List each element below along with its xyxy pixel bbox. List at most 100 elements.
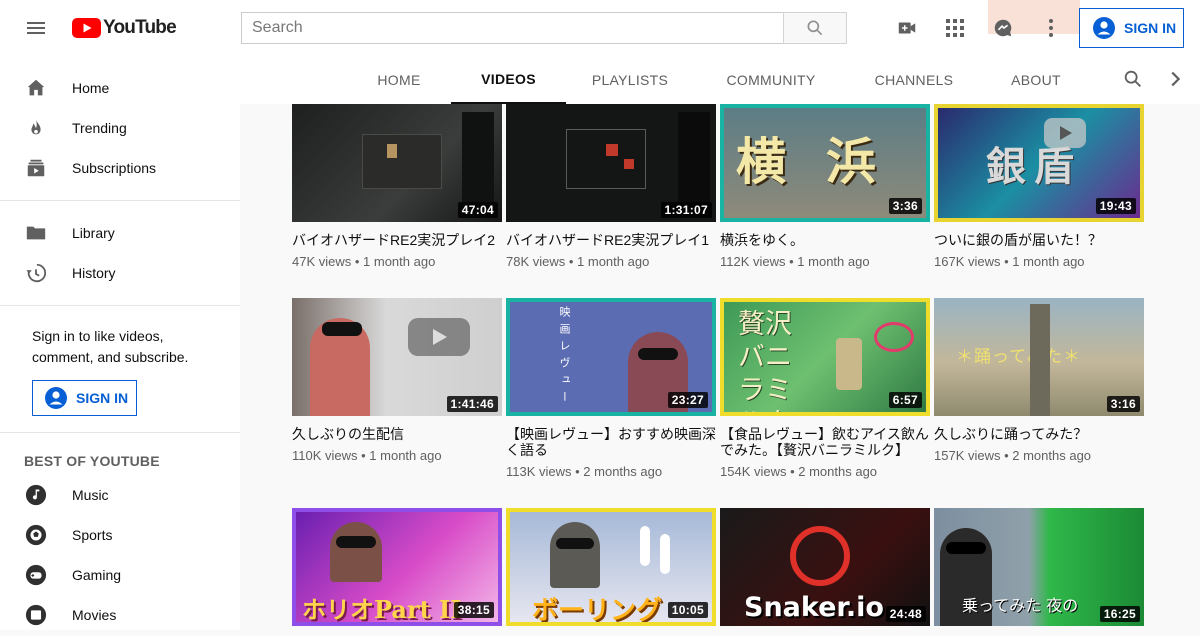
search-input[interactable]	[241, 12, 783, 44]
youtube-logo[interactable]: YouTube	[72, 17, 177, 39]
apps-grid-icon	[946, 19, 964, 37]
video-title[interactable]: ついに銀の盾が届いた！？	[934, 232, 1144, 248]
video-title[interactable]: 横浜をゆく。	[720, 232, 930, 248]
video-thumbnail[interactable]: ＊踊ってみた＊ 3:16	[934, 298, 1144, 416]
thumbnail-caption: ＊踊ってみた＊	[956, 347, 1082, 367]
folder-icon	[24, 221, 48, 245]
channel-tabs: HOME VIDEOS PLAYLISTS COMMUNITY CHANNELS…	[240, 56, 1200, 104]
video-thumbnail[interactable]: 銀盾 19:43	[934, 104, 1144, 222]
search-box	[241, 12, 847, 44]
search-button[interactable]	[783, 12, 847, 44]
video-duration: 24:48	[885, 606, 926, 622]
video-thumbnail[interactable]: 横浜 3:36	[720, 104, 930, 222]
video-title[interactable]: 【食品レヴュー】飲むアイス飲んでみた。【贅沢バニラミルク】	[720, 426, 930, 458]
video-title[interactable]: 久しぶりに踊ってみた？	[934, 426, 1144, 442]
tabs-scroll-right-button[interactable]	[1164, 68, 1188, 92]
video-metadata: 113K views • 2 months ago	[506, 464, 663, 479]
sidebar-item-label: Home	[72, 80, 110, 96]
tab-playlists[interactable]: PLAYLISTS	[580, 56, 680, 104]
upload-age: 2 months ago	[798, 464, 878, 479]
signin-button-sidebar[interactable]: SIGN IN	[32, 380, 137, 416]
video-thumbnail[interactable]: 贅沢バニラミルク 6:57	[720, 298, 930, 416]
thumbnail-caption: 乗ってみた 夜の	[962, 596, 1079, 615]
account-circle-icon	[45, 387, 67, 409]
flame-icon	[24, 116, 48, 140]
youtube-play-logo-icon	[72, 18, 101, 38]
video-thumbnail[interactable]: 1:41:46	[292, 298, 502, 416]
video-duration: 16:25	[1099, 606, 1140, 622]
video-card[interactable]: 1:31:07 バイオハザードRE2実況プレイ1 78K views • 1 m…	[506, 104, 716, 269]
history-icon	[24, 261, 48, 285]
upload-age: 1 month ago	[577, 254, 650, 269]
search-icon	[1124, 70, 1141, 87]
logo-text: YouTube	[103, 17, 177, 38]
video-card[interactable]: 銀盾 19:43 ついに銀の盾が届いた！？ 167K views • 1 mon…	[934, 104, 1144, 269]
search-icon	[807, 20, 823, 36]
video-card[interactable]: 乗ってみた 夜の 16:25	[934, 508, 1144, 636]
upload-age: 1 month ago	[1012, 254, 1085, 269]
sidebar-item-label: Subscriptions	[72, 160, 157, 176]
video-title[interactable]: バイオハザードRE2実況プレイ1	[506, 232, 716, 248]
video-thumbnail[interactable]: ホリオPart II 38:15	[292, 508, 502, 626]
subscriptions-icon	[24, 156, 48, 180]
tab-channels[interactable]: CHANNELS	[864, 56, 964, 104]
video-duration: 19:43	[1095, 198, 1136, 214]
video-card[interactable]: 47:04 バイオハザードRE2実況プレイ2 47K views • 1 mon…	[292, 104, 502, 269]
video-title[interactable]: バイオハザードRE2実況プレイ2	[292, 232, 502, 248]
tab-about[interactable]: ABOUT	[992, 56, 1080, 104]
sidebar-item-home[interactable]: Home	[0, 68, 240, 108]
signin-label: SIGN IN	[1124, 20, 1177, 36]
sidebar-item-gaming[interactable]: Gaming	[0, 555, 240, 595]
video-duration: 23:27	[667, 392, 708, 408]
sidebar-item-movies[interactable]: Movies	[0, 595, 240, 630]
sidebar-item-history[interactable]: History	[0, 253, 240, 293]
apps-button[interactable]	[939, 12, 971, 44]
video-metadata: 110K views • 1 month ago	[292, 448, 442, 463]
video-card[interactable]: ボーリング 10:05	[506, 508, 716, 636]
view-count: 112K views	[720, 254, 786, 269]
create-video-button[interactable]	[891, 12, 923, 44]
messages-button[interactable]	[987, 12, 1019, 44]
sidebar-item-library[interactable]: Library	[0, 213, 240, 253]
tab-home[interactable]: HOME	[362, 56, 436, 104]
sidebar-item-label: Music	[72, 487, 109, 503]
channel-search-button[interactable]	[1122, 68, 1146, 92]
signin-button-top[interactable]: SIGN IN	[1079, 8, 1184, 48]
settings-more-button[interactable]	[1035, 12, 1067, 44]
sidebar-item-trending[interactable]: Trending	[0, 108, 240, 148]
video-card[interactable]: ホリオPart II 38:15	[292, 508, 502, 636]
thumbnail-caption: 横浜	[736, 132, 916, 191]
video-thumbnail[interactable]: Snaker.io 24:48	[720, 508, 930, 626]
chevron-right-icon	[1171, 71, 1181, 87]
video-duration: 3:36	[888, 198, 922, 214]
sidebar-item-subscriptions[interactable]: Subscriptions	[0, 148, 240, 188]
video-thumbnail[interactable]: 乗ってみた 夜の 16:25	[934, 508, 1144, 626]
upload-age: 1 month ago	[797, 254, 870, 269]
video-thumbnail[interactable]: ボーリング 10:05	[506, 508, 716, 626]
guide-menu-button[interactable]	[16, 8, 56, 48]
video-card[interactable]: ＊踊ってみた＊ 3:16 久しぶりに踊ってみた？ 157K views • 2 …	[934, 298, 1144, 463]
sidebar-item-label: History	[72, 265, 116, 281]
hamburger-icon	[27, 22, 45, 34]
video-thumbnail[interactable]: 47:04	[292, 104, 502, 222]
video-card[interactable]: Snaker.io 24:48	[720, 508, 930, 636]
gaming-icon	[24, 563, 48, 587]
video-metadata: 47K views • 1 month ago	[292, 254, 436, 269]
play-button-icon	[408, 318, 470, 356]
video-card[interactable]: 1:41:46 久しぶりの生配信 110K views • 1 month ag…	[292, 298, 502, 463]
video-title[interactable]: 【映画レヴュー】おすすめ映画深く語る	[506, 426, 716, 458]
tab-videos[interactable]: VIDEOS	[451, 56, 566, 104]
divider	[0, 200, 240, 201]
video-card[interactable]: 贅沢バニラミルク 6:57 【食品レヴュー】飲むアイス飲んでみた。【贅沢バニラミ…	[720, 298, 930, 479]
video-title[interactable]: 久しぶりの生配信	[292, 426, 502, 442]
sidebar-item-sports[interactable]: Sports	[0, 515, 240, 555]
sidebar-item-music[interactable]: Music	[0, 475, 240, 515]
video-duration: 6:57	[888, 392, 922, 408]
video-thumbnail[interactable]: 1:31:07	[506, 104, 716, 222]
video-card[interactable]: 映画レヴュー 23:27 【映画レヴュー】おすすめ映画深く語る 113K vie…	[506, 298, 716, 479]
video-thumbnail[interactable]: 映画レヴュー 23:27	[506, 298, 716, 416]
video-duration: 47:04	[457, 202, 498, 218]
tab-community[interactable]: COMMUNITY	[714, 56, 828, 104]
video-card[interactable]: 横浜 3:36 横浜をゆく。 112K views • 1 month ago	[720, 104, 930, 269]
home-icon	[24, 76, 48, 100]
